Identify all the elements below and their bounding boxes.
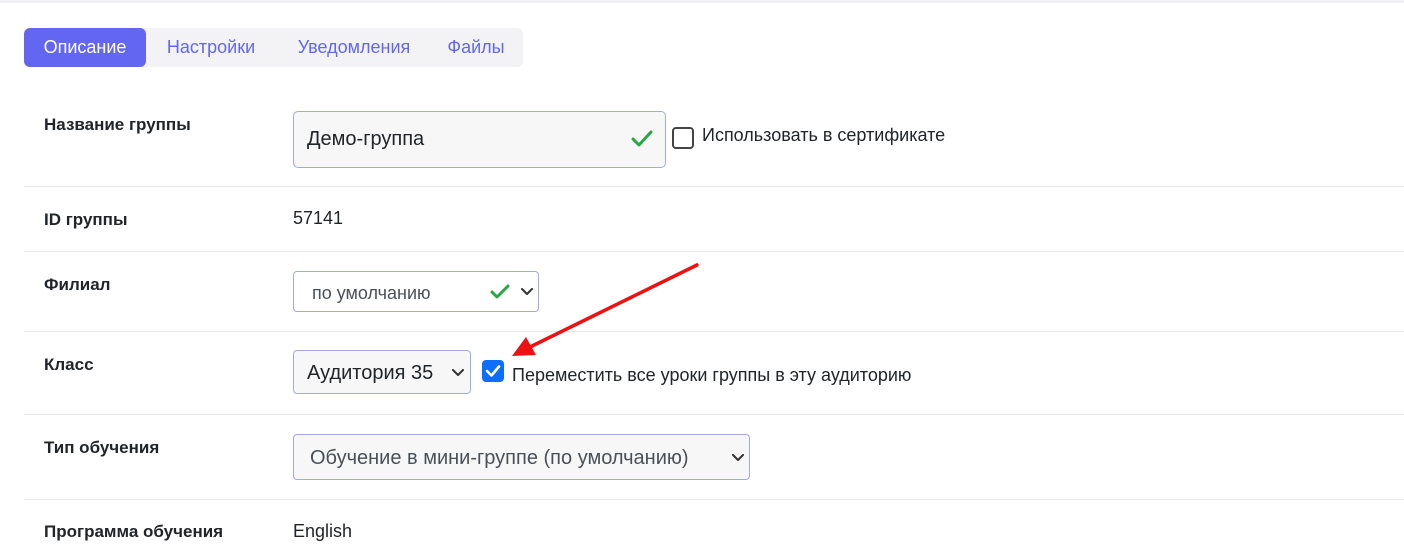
branch-selected-value: по умолчанию <box>312 283 431 303</box>
checkmark-icon <box>485 365 501 377</box>
use-in-certificate-label[interactable]: Использовать в сертификате <box>702 125 945 146</box>
tab-settings[interactable]: Настройки <box>152 28 270 67</box>
row-divider <box>24 414 1404 415</box>
check-icon <box>631 130 653 147</box>
chevron-down-icon <box>732 454 744 461</box>
learning-type-selected-value: Обучение в мини-группе (по умолчанию) <box>310 447 689 469</box>
row-divider <box>24 331 1404 332</box>
tab-bar: Описание Настройки Уведомления Файлы <box>24 28 523 67</box>
check-icon <box>490 284 510 299</box>
move-lessons-label[interactable]: Переместить все уроки группы в эту аудит… <box>512 365 911 386</box>
learning-type-select[interactable]: Обучение в мини-группе (по умолчанию) <box>293 434 750 480</box>
move-lessons-checkbox[interactable] <box>482 360 504 382</box>
top-divider <box>0 0 1404 3</box>
group-name-label: Название группы <box>44 115 191 134</box>
learning-type-label: Тип обучения <box>44 438 160 457</box>
class-selected-value: Аудитория 35 <box>307 362 434 384</box>
group-name-value: Демо-группа <box>307 128 425 150</box>
row-divider <box>24 251 1404 252</box>
group-id-value: 57141 <box>293 208 344 228</box>
tab-files[interactable]: Файлы <box>436 28 516 67</box>
row-divider <box>24 499 1404 500</box>
class-select[interactable]: Аудитория 35 <box>293 350 471 394</box>
program-value: English <box>293 521 353 541</box>
program-label: Программа обучения <box>44 522 224 541</box>
use-in-certificate-checkbox[interactable] <box>672 127 694 149</box>
chevron-down-icon <box>452 369 464 376</box>
branch-select[interactable]: по умолчанию <box>293 271 539 312</box>
chevron-down-icon <box>521 288 533 295</box>
tab-description[interactable]: Описание <box>24 28 146 67</box>
class-label: Класс <box>44 355 94 374</box>
group-id-label: ID группы <box>44 210 128 229</box>
tab-notifications[interactable]: Уведомления <box>280 28 428 67</box>
branch-label: Филиал <box>44 275 111 294</box>
row-divider <box>24 186 1404 187</box>
group-name-input[interactable]: Демо-группа <box>293 111 666 168</box>
